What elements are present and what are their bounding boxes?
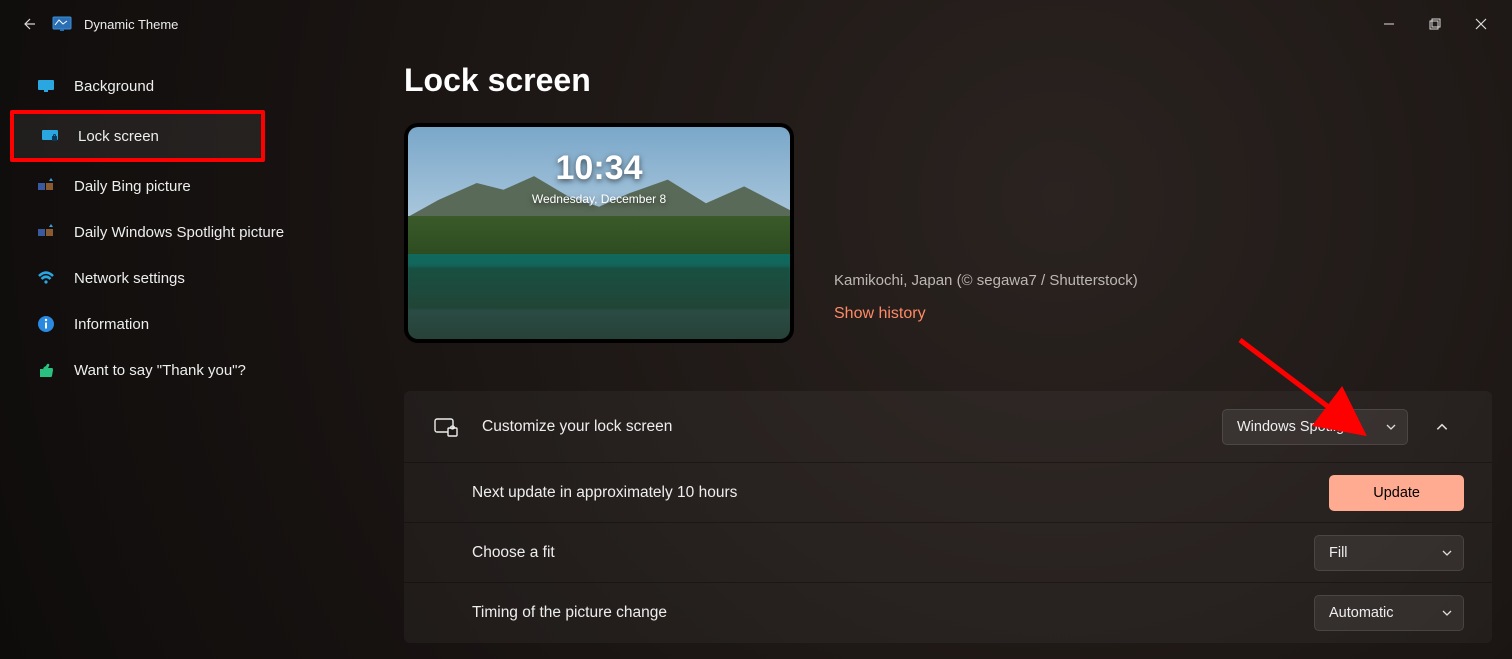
timing-label: Timing of the picture change (472, 604, 1314, 622)
main-content: Lock screen 10:34 Wednesday, December 8 … (350, 48, 1512, 659)
lock-screen-preview[interactable]: 10:34 Wednesday, December 8 (404, 123, 794, 343)
preview-date: Wednesday, December 8 (408, 192, 790, 206)
sidebar-item-label: Background (74, 78, 154, 95)
update-button[interactable]: Update (1329, 475, 1464, 511)
customize-lock-screen-row: Customize your lock screen Windows Spotl… (404, 391, 1492, 463)
annotation-highlight-box: Lock screen (10, 110, 265, 162)
source-dropdown-value: Windows Spotlight (1237, 419, 1356, 435)
update-status-label: Next update in approximately 10 hours (472, 484, 1329, 502)
fit-dropdown-value: Fill (1329, 545, 1348, 561)
app-icon (52, 14, 72, 34)
sidebar-item-background[interactable]: Background (10, 64, 340, 108)
info-icon (36, 314, 56, 334)
customize-label: Customize your lock screen (482, 418, 1222, 436)
chevron-down-icon (1441, 607, 1453, 619)
wifi-icon (36, 268, 56, 288)
sidebar-item-label: Want to say "Thank you"? (74, 362, 246, 379)
image-caption: Kamikochi, Japan (© segawa7 / Shuttersto… (834, 272, 1138, 289)
lock-screen-icon (40, 126, 60, 146)
page-title: Lock screen (404, 62, 1492, 99)
close-button[interactable] (1458, 4, 1504, 44)
spotlight-picture-icon (36, 222, 56, 242)
sidebar-item-label: Daily Windows Spotlight picture (74, 224, 284, 241)
preview-time: 10:34 (408, 149, 790, 188)
thumbs-up-icon (36, 360, 56, 380)
timing-dropdown[interactable]: Automatic (1314, 595, 1464, 631)
fit-label: Choose a fit (472, 544, 1314, 562)
fit-row: Choose a fit Fill (404, 523, 1492, 583)
update-status-row: Next update in approximately 10 hours Up… (404, 463, 1492, 523)
preview-clock: 10:34 Wednesday, December 8 (408, 149, 790, 206)
show-history-link[interactable]: Show history (834, 305, 1138, 323)
expand-toggle[interactable] (1420, 405, 1464, 449)
sidebar-item-label: Information (74, 316, 149, 333)
sidebar-item-information[interactable]: Information (10, 302, 340, 346)
chevron-down-icon (1385, 421, 1397, 433)
sidebar: Background Lock screen Daily Bing pictur… (0, 48, 350, 659)
chevron-down-icon (1441, 547, 1453, 559)
minimize-button[interactable] (1366, 4, 1412, 44)
timing-row: Timing of the picture change Automatic (404, 583, 1492, 643)
fit-dropdown[interactable]: Fill (1314, 535, 1464, 571)
sidebar-item-label: Lock screen (78, 128, 159, 145)
title-bar: Dynamic Theme (0, 0, 1512, 48)
source-dropdown[interactable]: Windows Spotlight (1222, 409, 1408, 445)
app-title: Dynamic Theme (84, 17, 178, 32)
settings-group: Customize your lock screen Windows Spotl… (404, 391, 1492, 643)
sidebar-item-daily-bing[interactable]: Daily Bing picture (10, 164, 340, 208)
timing-dropdown-value: Automatic (1329, 605, 1393, 621)
sidebar-item-label: Network settings (74, 270, 185, 287)
sidebar-item-network[interactable]: Network settings (10, 256, 340, 300)
monitor-icon (36, 76, 56, 96)
sidebar-item-thank-you[interactable]: Want to say "Thank you"? (10, 348, 340, 392)
lock-screen-row-icon (432, 413, 460, 441)
sidebar-item-daily-spotlight[interactable]: Daily Windows Spotlight picture (10, 210, 340, 254)
sidebar-item-label: Daily Bing picture (74, 178, 191, 195)
bing-picture-icon (36, 176, 56, 196)
sidebar-item-lock-screen[interactable]: Lock screen (14, 114, 261, 158)
back-button[interactable] (8, 4, 48, 44)
maximize-button[interactable] (1412, 4, 1458, 44)
